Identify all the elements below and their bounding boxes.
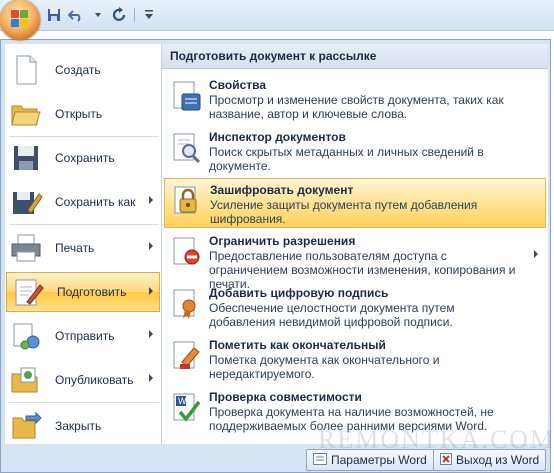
submenu-arrow-icon (149, 287, 153, 295)
submenu-desc-mark-final: Пометка документа как окончательного и н… (209, 353, 440, 381)
submenu-title-mark-final: Пометить как окончательный (209, 338, 386, 352)
office-menu: Создать Открыть Сохранить Сохранить как (0, 39, 551, 473)
menu-item-close[interactable]: Закрыть (5, 406, 159, 446)
submenu-title-encrypt: Зашифровать документ (210, 183, 354, 197)
quick-access-toolbar (46, 6, 157, 24)
submenu-arrow-icon (534, 250, 538, 258)
word-options-label: Параметры Word (331, 453, 427, 467)
submenu-item-inspector[interactable]: Инспектор документов Поиск скрытых метад… (164, 126, 546, 176)
menu-item-send[interactable]: Отправить (5, 316, 159, 356)
submenu-pane: Подготовить документ к рассылке Свойства… (161, 44, 548, 444)
office-logo-icon (11, 10, 29, 28)
submenu-item-mark-final[interactable]: Пометить как окончательный Пометка докум… (164, 334, 546, 384)
submenu-title-signature: Добавить цифровую подпись (209, 286, 389, 300)
submenu-title-restrict: Ограничить разрешения (209, 234, 356, 248)
menu-item-save[interactable]: Сохранить (5, 138, 159, 178)
submenu-item-properties[interactable]: Свойства Просмотр и изменение свойств до… (164, 74, 546, 124)
submenu-title-properties: Свойства (209, 78, 267, 92)
exit-word-label: Выход из Word (456, 453, 540, 467)
submenu-arrow-icon (149, 242, 153, 250)
send-icon (9, 320, 43, 352)
submenu-desc-properties: Просмотр и изменение свойств документа, … (209, 93, 504, 121)
undo-icon[interactable] (68, 7, 84, 23)
menu-label-close: Закрыть (55, 419, 102, 433)
menu-item-print[interactable]: Печать (5, 228, 159, 268)
submenu-desc-signature: Обеспечение целостности документа путем … (209, 301, 455, 329)
menu-label-publish: Опубликовать (55, 373, 134, 387)
save-as-icon (9, 186, 43, 218)
menu-label-save-as: Сохранить как (55, 195, 136, 209)
watermark-text: REMONTKA.COM (318, 425, 554, 454)
menu-divider (9, 402, 159, 403)
printer-icon (9, 232, 43, 264)
menu-divider (9, 136, 159, 137)
submenu-item-restrict[interactable]: Ограничить разрешения Предоставление пол… (164, 230, 546, 291)
menu-item-open[interactable]: Открыть (5, 94, 159, 134)
close-folder-icon (9, 410, 43, 442)
submenu-title-inspector: Инспектор документов (209, 130, 346, 144)
restrict-permission-icon (172, 236, 202, 268)
undo-dropdown-icon[interactable] (90, 7, 106, 23)
menu-item-prepare[interactable]: Подготовить (6, 272, 160, 312)
compatibility-check-icon: W (172, 392, 202, 424)
submenu-title: Подготовить документ к рассылке (162, 44, 548, 69)
menu-left-pane: Создать Открыть Сохранить Сохранить как (5, 44, 161, 444)
digital-signature-icon (172, 288, 202, 320)
redo-icon[interactable] (112, 7, 128, 23)
document-inspector-icon (172, 132, 202, 164)
menu-label-prepare: Подготовить (57, 285, 127, 299)
mark-final-icon (172, 340, 202, 372)
prepare-icon (11, 276, 45, 308)
open-folder-icon (9, 98, 43, 130)
menu-item-new[interactable]: Создать (5, 50, 159, 90)
toolbar-separator (134, 8, 135, 22)
lock-icon (173, 185, 203, 217)
submenu-desc-encrypt: Усиление защиты документа путем добавлен… (210, 198, 478, 226)
submenu-item-encrypt[interactable]: Зашифровать документ Усиление защиты док… (164, 178, 546, 228)
submenu-desc-inspector: Поиск скрытых метаданных и личных сведен… (209, 145, 484, 173)
menu-label-new: Создать (55, 63, 101, 77)
customize-toolbar-icon[interactable] (141, 7, 157, 23)
menu-divider (9, 224, 159, 225)
submenu-item-signature[interactable]: Добавить цифровую подпись Обеспечение це… (164, 282, 546, 332)
save-disk-icon (9, 142, 43, 174)
menu-label-print: Печать (55, 241, 95, 255)
svg-text:W: W (178, 396, 187, 406)
menu-label-send: Отправить (55, 329, 115, 343)
submenu-title-compatibility: Проверка совместимости (209, 390, 362, 404)
submenu-arrow-icon (149, 330, 153, 338)
properties-icon (172, 80, 202, 112)
menu-item-save-as[interactable]: Сохранить как (5, 182, 159, 222)
submenu-arrow-icon (149, 196, 153, 204)
publish-icon (9, 364, 43, 396)
submenu-arrow-icon (149, 374, 153, 382)
menu-label-save: Сохранить (55, 151, 115, 165)
office-button[interactable] (0, 0, 40, 40)
menu-label-open: Открыть (55, 107, 103, 121)
menu-item-publish[interactable]: Опубликовать (5, 360, 159, 400)
save-icon[interactable] (46, 7, 62, 23)
new-document-icon (9, 54, 43, 86)
